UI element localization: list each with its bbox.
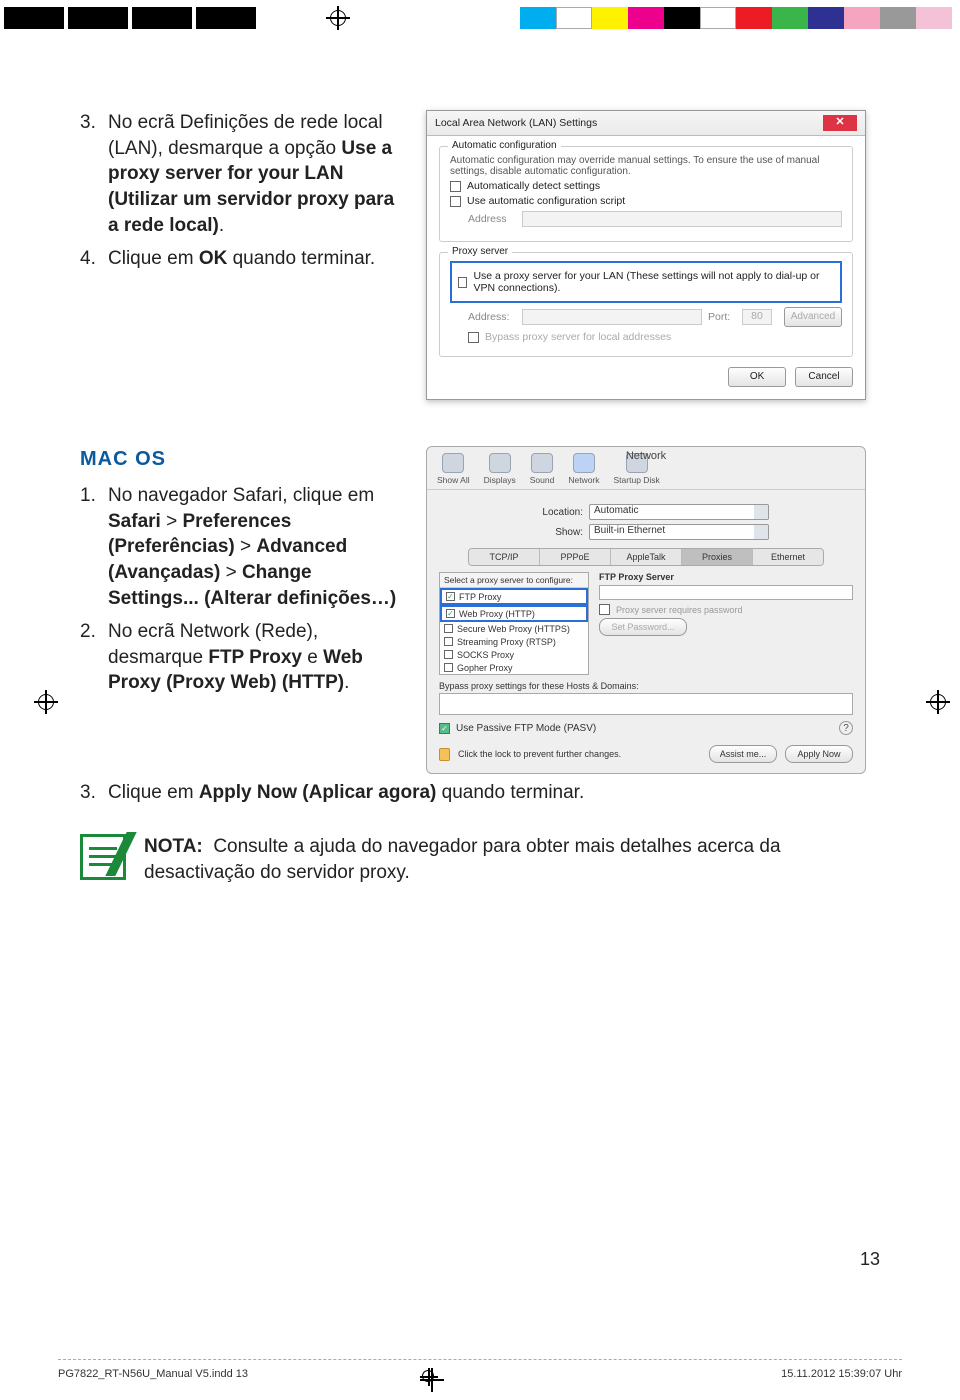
crosshair-icon	[420, 1368, 438, 1386]
proxy-list-item[interactable]: Streaming Proxy (RTSP)	[440, 635, 588, 648]
lan-settings-dialog: Local Area Network (LAN) Settings ✕ Auto…	[426, 110, 866, 400]
group-legend: Automatic configuration	[448, 140, 561, 151]
bypass-input[interactable]	[439, 693, 853, 715]
tab-proxies[interactable]: Proxies	[682, 549, 753, 565]
cancel-button[interactable]: Cancel	[795, 367, 853, 387]
color-swatches	[520, 7, 952, 29]
set-password-button[interactable]: Set Password...	[599, 618, 687, 636]
proxy-list-item[interactable]: ✓FTP Proxy	[440, 588, 588, 605]
checkbox[interactable]	[444, 650, 453, 659]
page-content: 3.No ecrã Definições de rede local (LAN)…	[80, 110, 880, 1290]
highlighted-option: Use a proxy server for your LAN (These s…	[450, 261, 842, 303]
crosshair-icon	[326, 6, 350, 30]
mac-network-dialog: Network Show AllDisplaysSoundNetworkStar…	[426, 446, 866, 774]
mac-tabs[interactable]: TCP/IPPPPoEAppleTalkProxiesEthernet	[468, 548, 824, 566]
address-input[interactable]	[522, 211, 842, 227]
print-registration-top	[0, 0, 960, 36]
advanced-button[interactable]: Advanced	[784, 307, 842, 327]
proxy-address-input[interactable]	[522, 309, 702, 325]
mac-step-3: 3.Clique em Apply Now (Aplicar agora) qu…	[80, 780, 880, 806]
mac-window-title: Network	[427, 450, 865, 462]
dialog-title: Local Area Network (LAN) Settings	[435, 117, 597, 129]
proxy-list-item[interactable]: Secure Web Proxy (HTTPS)	[440, 622, 588, 635]
checkbox[interactable]: ✓	[446, 609, 455, 618]
ok-button[interactable]: OK	[728, 367, 786, 387]
pasv-checkbox[interactable]: ✓	[439, 723, 450, 734]
slug-file: PG7822_RT-N56U_Manual V5.indd 13	[58, 1368, 248, 1386]
checkbox[interactable]	[444, 624, 453, 633]
windows-steps: 3.No ecrã Definições de rede local (LAN)…	[80, 110, 400, 280]
mac-steps: MAC OS 1.No navegador Safari, clique em …	[80, 446, 400, 704]
tab-tcp/ip[interactable]: TCP/IP	[469, 549, 540, 565]
tab-ethernet[interactable]: Ethernet	[753, 549, 823, 565]
tab-pppoe[interactable]: PPPoE	[540, 549, 611, 565]
proxy-list[interactable]: Select a proxy server to configure: ✓FTP…	[439, 572, 589, 675]
location-select[interactable]: Automatic	[589, 504, 769, 520]
note-icon	[80, 834, 126, 880]
print-slug: PG7822_RT-N56U_Manual V5.indd 13 15.11.2…	[58, 1359, 902, 1386]
proxy-list-item[interactable]: ✓Web Proxy (HTTP)	[440, 605, 588, 622]
checkbox[interactable]	[450, 181, 461, 192]
note-text: Consulte a ajuda do navegador para obter…	[144, 836, 781, 884]
proxy-list-item[interactable]: Gopher Proxy	[440, 661, 588, 674]
checkbox[interactable]	[599, 604, 610, 615]
proxy-port-input[interactable]: 80	[742, 309, 772, 325]
show-select[interactable]: Built-in Ethernet	[589, 524, 769, 540]
assist-button[interactable]: Assist me...	[709, 745, 777, 763]
group-legend: Proxy server	[448, 246, 512, 257]
close-button[interactable]: ✕	[823, 115, 857, 131]
checkbox[interactable]	[444, 663, 453, 672]
checkbox[interactable]: ✓	[446, 592, 455, 601]
checkbox[interactable]	[468, 332, 479, 343]
page-number: 13	[860, 1249, 880, 1270]
tab-appletalk[interactable]: AppleTalk	[611, 549, 682, 565]
lock-icon[interactable]	[439, 748, 450, 761]
proxy-list-item[interactable]: SOCKS Proxy	[440, 648, 588, 661]
apply-now-button[interactable]: Apply Now	[785, 745, 853, 763]
slug-timestamp: 15.11.2012 15:39:07 Uhr	[781, 1368, 902, 1386]
mac-heading: MAC OS	[80, 446, 400, 473]
checkbox[interactable]	[450, 196, 461, 207]
note-label: NOTA:	[144, 836, 203, 857]
proxy-server-input[interactable]	[599, 585, 853, 600]
use-proxy-checkbox[interactable]	[458, 277, 467, 288]
note-block: NOTA: Consulte a ajuda do navegador para…	[80, 834, 880, 887]
help-icon[interactable]: ?	[839, 721, 853, 735]
checkbox[interactable]	[444, 637, 453, 646]
